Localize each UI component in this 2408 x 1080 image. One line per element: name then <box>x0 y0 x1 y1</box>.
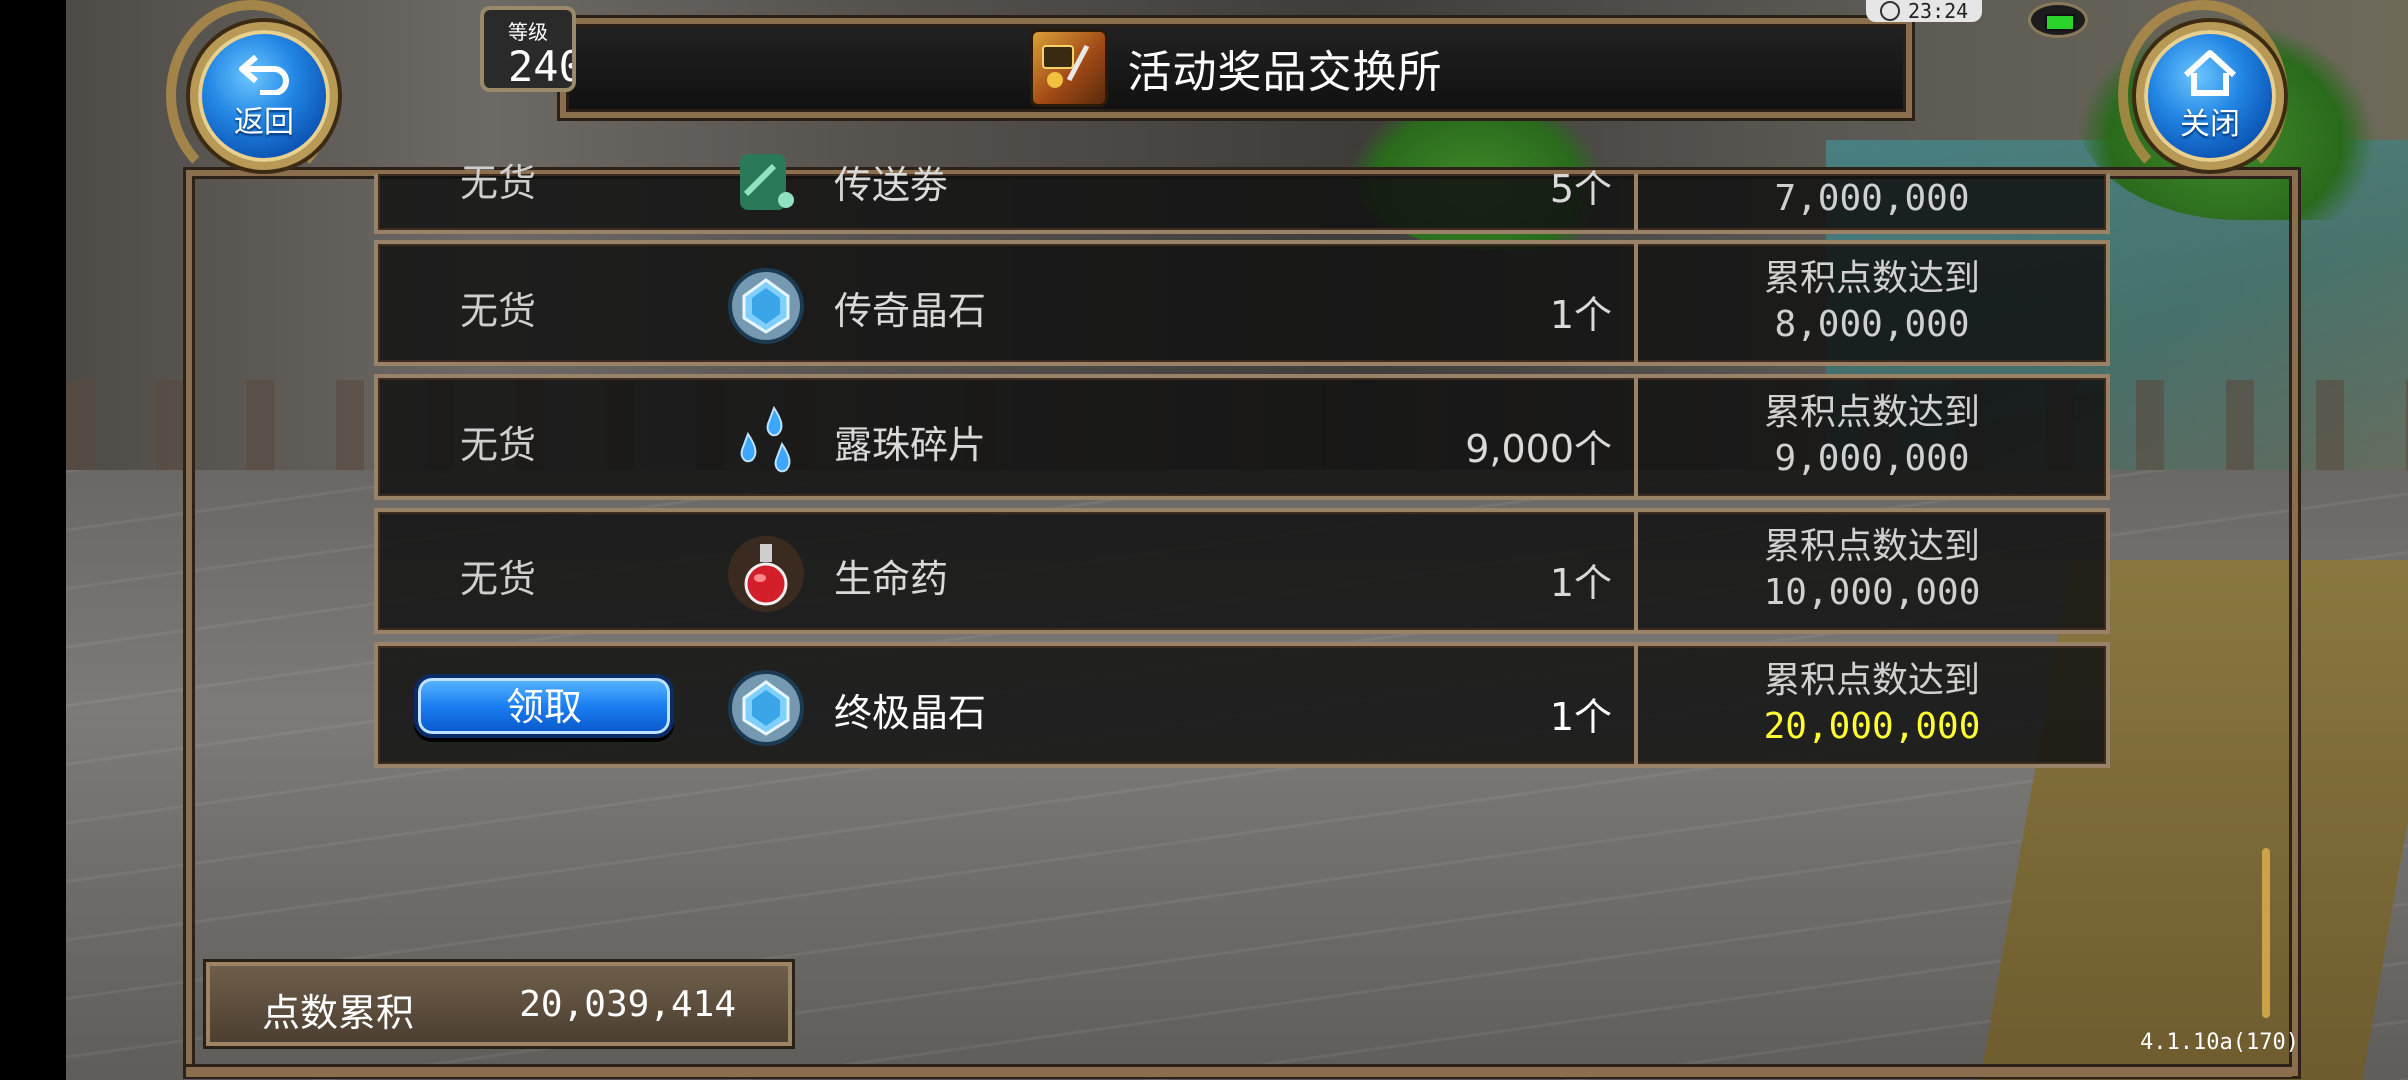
stock-status: 无货 <box>459 557 536 601</box>
title-bar: 活动奖品交换所 <box>560 18 1912 118</box>
condition-points: 10,000,000 <box>1763 572 1981 613</box>
condition-points: 7,000,000 <box>1774 178 1970 219</box>
clock-time: 23:24 <box>1908 0 1969 23</box>
page-title: 活动奖品交换所 <box>1127 47 1443 98</box>
item-name: 生命药 <box>834 557 949 601</box>
points-accumulated-box: 点数累积 20,039,414 <box>206 962 792 1046</box>
back-button[interactable]: 返回 <box>190 22 338 170</box>
item-quantity: 1个 <box>1549 561 1612 605</box>
version-label: 4.1.10a(170) <box>2140 1030 2299 1055</box>
back-arrow-icon <box>239 54 289 95</box>
home-icon <box>2183 50 2237 96</box>
level-label: 等级 <box>508 20 548 44</box>
item-name: 露珠碎片 <box>834 423 987 467</box>
life-potion-icon <box>726 534 806 614</box>
condition-label: 累积点数达到 <box>1763 660 1980 701</box>
clock-icon <box>1880 1 1900 21</box>
item-name: 终极晶石 <box>834 691 987 735</box>
reward-condition: 7,000,000 <box>1638 178 2106 222</box>
crystal-icon <box>726 668 806 748</box>
reward-row: 无货 露珠碎片 9,000个 累积点数达到 9,000,000 <box>374 374 2110 500</box>
item-quantity: 5个 <box>1549 167 1612 211</box>
points-label: 点数累积 <box>262 991 415 1035</box>
condition-points: 9,000,000 <box>1774 438 1970 479</box>
back-label: 返回 <box>234 105 294 140</box>
battery-icon <box>2028 2 2088 38</box>
player-level: 等级 240 <box>480 6 576 92</box>
points-value: 20,039,414 <box>519 984 736 1025</box>
level-value: 240 <box>508 42 572 91</box>
close-button[interactable]: 关闭 <box>2136 22 2284 170</box>
reward-condition: 累积点数达到 10,000,000 <box>1638 524 2106 616</box>
status-bar: 23:24 <box>1866 0 1983 23</box>
reward-row: 领取 终极晶石 1个 累积点数达到 20,000,000 <box>374 642 2110 768</box>
condition-points: 8,000,000 <box>1774 304 1970 345</box>
dewdrop-shards-icon <box>726 400 806 480</box>
stock-status: 无货 <box>459 289 536 333</box>
item-name: 传送劵 <box>834 163 949 207</box>
condition-label: 累积点数达到 <box>1763 258 1980 299</box>
reward-row: 无货 传送劵 5个 7,000,000 <box>374 154 2110 234</box>
teleport-scroll-icon <box>726 144 806 224</box>
close-label: 关闭 <box>2180 107 2240 142</box>
item-quantity: 1个 <box>1549 695 1612 739</box>
claim-button[interactable]: 领取 <box>414 674 674 738</box>
stock-status: 无货 <box>459 423 536 467</box>
reward-row: 无货 传奇晶石 1个 累积点数达到 8,000,000 <box>374 240 2110 366</box>
item-quantity: 9,000个 <box>1465 427 1612 471</box>
reward-condition: 累积点数达到 9,000,000 <box>1638 390 2106 482</box>
scrollbar[interactable] <box>2262 848 2270 1018</box>
panel-frame-bottom <box>186 1064 2292 1077</box>
item-name: 传奇晶石 <box>834 289 987 333</box>
condition-points: 20,000,000 <box>1763 706 1981 747</box>
condition-label: 累积点数达到 <box>1763 392 1980 433</box>
exchange-shop-icon <box>1029 29 1108 107</box>
reward-condition: 累积点数达到 8,000,000 <box>1638 256 2106 348</box>
reward-row: 无货 生命药 1个 累积点数达到 10,000,000 <box>374 508 2110 634</box>
item-quantity: 1个 <box>1549 293 1612 337</box>
stock-status: 无货 <box>459 161 536 205</box>
condition-label: 累积点数达到 <box>1763 526 1980 567</box>
crystal-icon <box>726 266 806 346</box>
reward-condition: 累积点数达到 20,000,000 <box>1638 658 2106 750</box>
